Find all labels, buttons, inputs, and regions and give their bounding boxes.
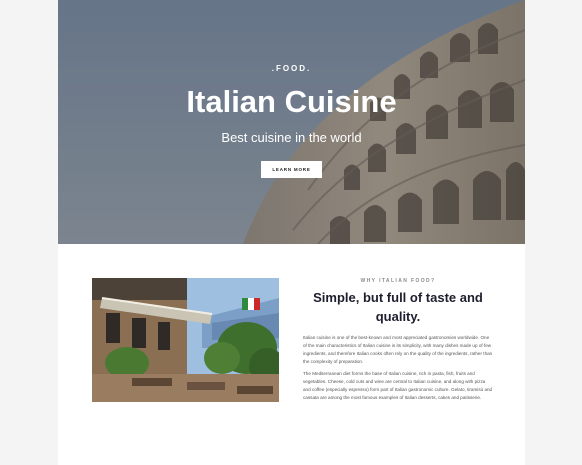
paragraph-1: Italian cuisine is one of the best-known… [303, 335, 493, 364]
paragraph-2: The Mediterranean diet forms the base of… [303, 371, 493, 400]
section-eyebrow: WHY ITALIAN FOOD? [360, 278, 436, 284]
hero-title: Italian Cuisine [186, 84, 397, 119]
page: .FOOD. Italian Cuisine Best cuisine in t… [0, 0, 582, 465]
restaurant-terrace-image [92, 278, 279, 402]
hero-content: .FOOD. Italian Cuisine Best cuisine in t… [58, 0, 525, 244]
hero-tagline: .FOOD. [271, 64, 312, 73]
content-container: .FOOD. Italian Cuisine Best cuisine in t… [58, 0, 525, 465]
learn-more-button[interactable]: LEARN MORE [261, 161, 322, 178]
section-title: Simple, but full of taste and quality. [313, 290, 483, 324]
about-section: WHY ITALIAN FOOD? Simple, but full of ta… [303, 278, 493, 406]
hero-subtitle: Best cuisine in the world [221, 130, 362, 145]
hero-banner: .FOOD. Italian Cuisine Best cuisine in t… [58, 0, 525, 244]
